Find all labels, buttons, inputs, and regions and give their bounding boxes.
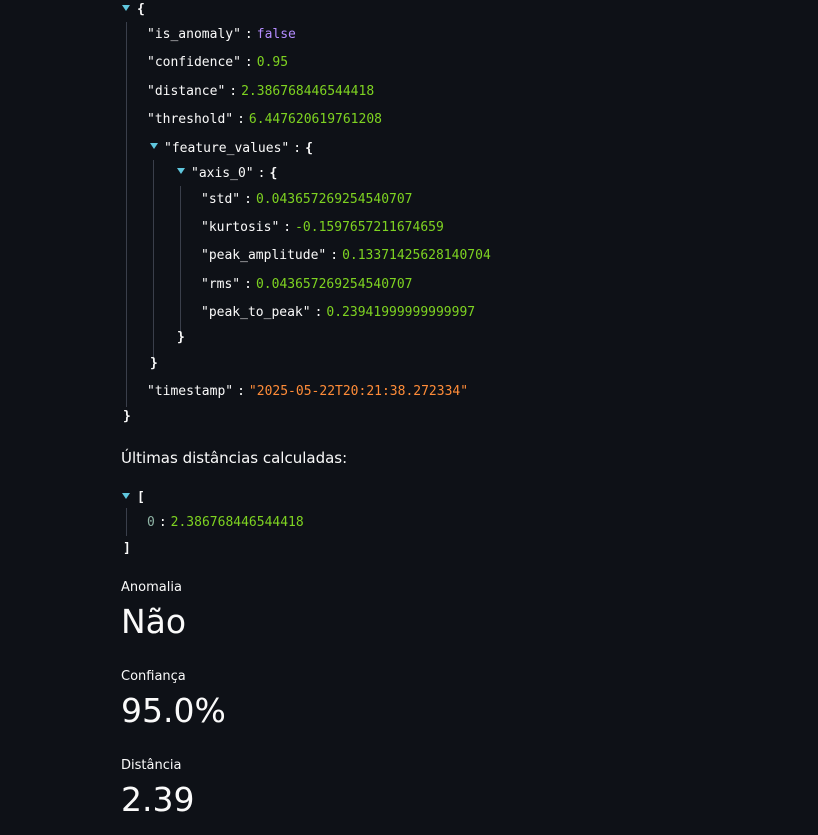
feature-values-close: } — [150, 355, 158, 373]
colon: : — [314, 305, 323, 320]
json-value: -0.1597657211674659 — [295, 220, 444, 235]
json-value: 0.043657269254540707 — [255, 277, 413, 292]
distances-title: Últimas distâncias calculadas: — [121, 449, 348, 467]
colon: : — [244, 27, 253, 42]
distances-viewer: [ 0:2.386768446544418 ] — [121, 487, 521, 562]
axis-0-close: } — [177, 329, 185, 347]
close-brace: } — [177, 330, 185, 345]
distances-indent-guide — [126, 508, 127, 536]
json-key: "peak_to_peak" — [201, 305, 311, 320]
colon: : — [257, 166, 266, 181]
array-value: 2.386768446544418 — [170, 515, 304, 530]
json-key: "confidence" — [147, 55, 241, 70]
json-root-open: { — [121, 1, 145, 19]
array-index: 0 — [147, 515, 155, 530]
json-row-timestamp: "timestamp": "2025-05-22T20:21:38.272334" — [147, 383, 468, 401]
json-row-axis-0: "axis_0":{ — [174, 165, 277, 183]
metric-label-anomalia: Anomalia — [121, 580, 182, 595]
metric-value-distancia: 2.39 — [121, 780, 195, 819]
json-row-peak-amplitude: "peak_amplitude":0.13371425628140704 — [201, 247, 491, 265]
json-key: "peak_amplitude" — [201, 248, 327, 263]
json-value: 6.447620619761208 — [248, 112, 382, 127]
axis0-indent-guide — [180, 186, 181, 334]
page: { "is_anomaly": false "confidence":0.95 "… — [0, 0, 818, 835]
feature-values-indent-guide — [153, 160, 154, 360]
open-brace: { — [305, 141, 313, 156]
collapse-toggle-icon[interactable] — [122, 5, 130, 11]
json-root-close: } — [123, 408, 131, 426]
json-key: "is_anomaly" — [147, 27, 241, 42]
colon: : — [283, 220, 292, 235]
colon: : — [330, 248, 339, 263]
json-value: "2025-05-22T20:21:38.272334" — [248, 384, 469, 399]
json-key: "threshold" — [147, 112, 234, 127]
colon: : — [237, 384, 245, 399]
distances-open: [ — [121, 489, 145, 507]
json-row-is-anomaly: "is_anomaly": false — [147, 26, 296, 44]
json-key: "axis_0" — [191, 166, 254, 181]
json-row-feature-values: "feature_values":{ — [147, 140, 313, 158]
json-indent-guide — [126, 22, 127, 407]
metric-label-confianca: Confiança — [121, 669, 186, 684]
collapse-toggle-icon[interactable] — [122, 493, 130, 499]
open-brace: { — [137, 2, 145, 17]
json-row-distance: "distance":2.386768446544418 — [147, 83, 374, 101]
colon: : — [229, 84, 238, 99]
close-bracket: ] — [123, 541, 131, 556]
colon: : — [158, 515, 167, 530]
json-row-threshold: "threshold":6.447620619761208 — [147, 111, 382, 129]
json-key: "std" — [201, 192, 241, 207]
json-value: 0.043657269254540707 — [255, 192, 413, 207]
metric-label-distancia: Distância — [121, 758, 182, 773]
collapse-toggle-icon[interactable] — [150, 143, 158, 149]
json-row-std: "std":0.043657269254540707 — [201, 191, 413, 209]
metric-value-confianca: 95.0% — [121, 691, 226, 730]
json-key: "distance" — [147, 84, 226, 99]
distances-close: ] — [123, 540, 131, 558]
close-brace: } — [150, 356, 158, 371]
metric-value-anomalia: Não — [121, 602, 187, 641]
colon: : — [244, 277, 252, 292]
json-key: "kurtosis" — [201, 220, 280, 235]
json-key: "rms" — [201, 277, 241, 292]
colon: : — [293, 141, 302, 156]
colon: : — [244, 55, 253, 70]
distances-item: 0:2.386768446544418 — [147, 514, 304, 532]
json-row-rms: "rms":0.043657269254540707 — [201, 276, 413, 294]
json-key: "feature_values" — [164, 141, 290, 156]
json-viewer: { "is_anomaly": false "confidence":0.95 "… — [121, 0, 721, 430]
colon: : — [244, 192, 252, 207]
json-value: 0.13371425628140704 — [342, 248, 491, 263]
json-value: 0.23941999999999997 — [326, 305, 476, 320]
open-brace: { — [269, 166, 278, 181]
close-brace: } — [123, 409, 131, 424]
collapse-toggle-icon[interactable] — [177, 168, 185, 174]
json-key: "timestamp" — [147, 384, 234, 399]
json-row-kurtosis: "kurtosis": -0.1597657211674659 — [201, 219, 444, 237]
colon: : — [237, 112, 245, 127]
json-row-peak-to-peak: "peak_to_peak":0.23941999999999997 — [201, 304, 475, 322]
open-bracket: [ — [137, 490, 145, 505]
json-value: 0.95 — [256, 55, 289, 70]
json-row-confidence: "confidence":0.95 — [147, 54, 288, 72]
json-value: 2.386768446544418 — [241, 84, 375, 99]
json-value: false — [256, 27, 296, 42]
